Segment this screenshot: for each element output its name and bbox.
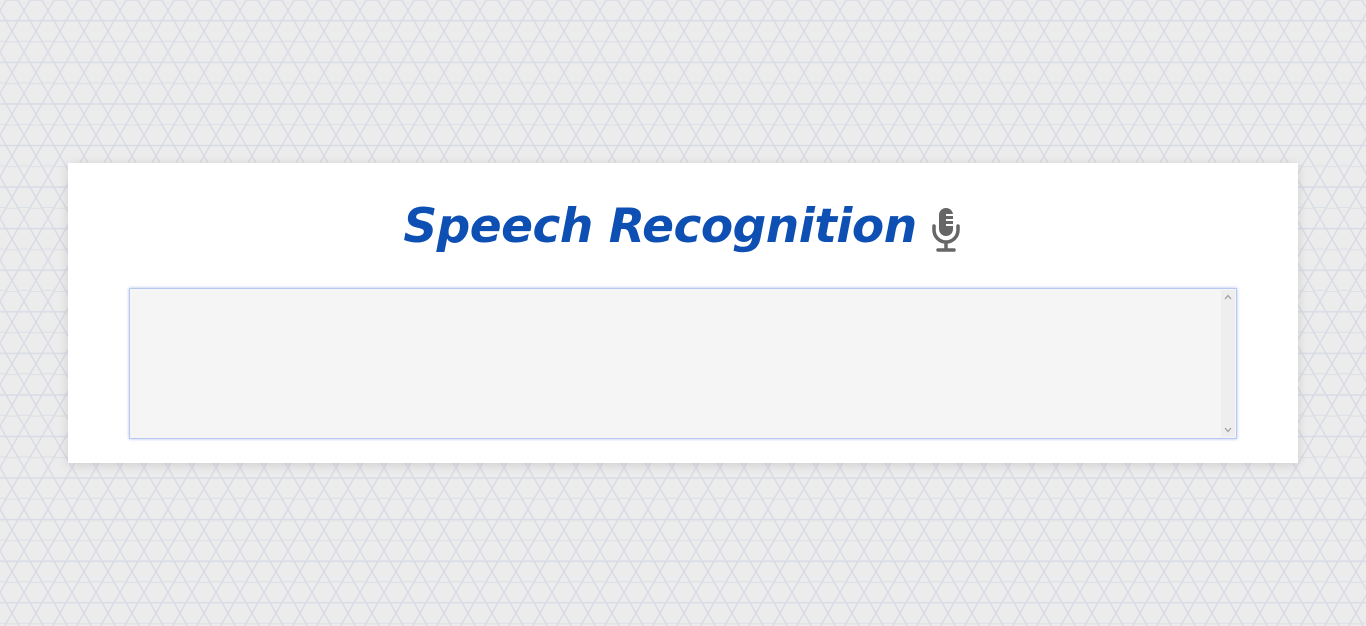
microphone-icon[interactable] — [929, 206, 963, 254]
chevron-up-icon[interactable] — [1221, 290, 1235, 304]
transcript-wrapper — [129, 288, 1237, 439]
chevron-down-icon[interactable] — [1221, 423, 1235, 437]
page-title: Speech Recognition — [403, 199, 917, 254]
transcript-textarea[interactable] — [129, 288, 1237, 439]
textarea-scrollbar[interactable] — [1221, 290, 1235, 437]
speech-card: Speech Recognition — [68, 163, 1298, 463]
title-row: Speech Recognition — [68, 195, 1298, 259]
